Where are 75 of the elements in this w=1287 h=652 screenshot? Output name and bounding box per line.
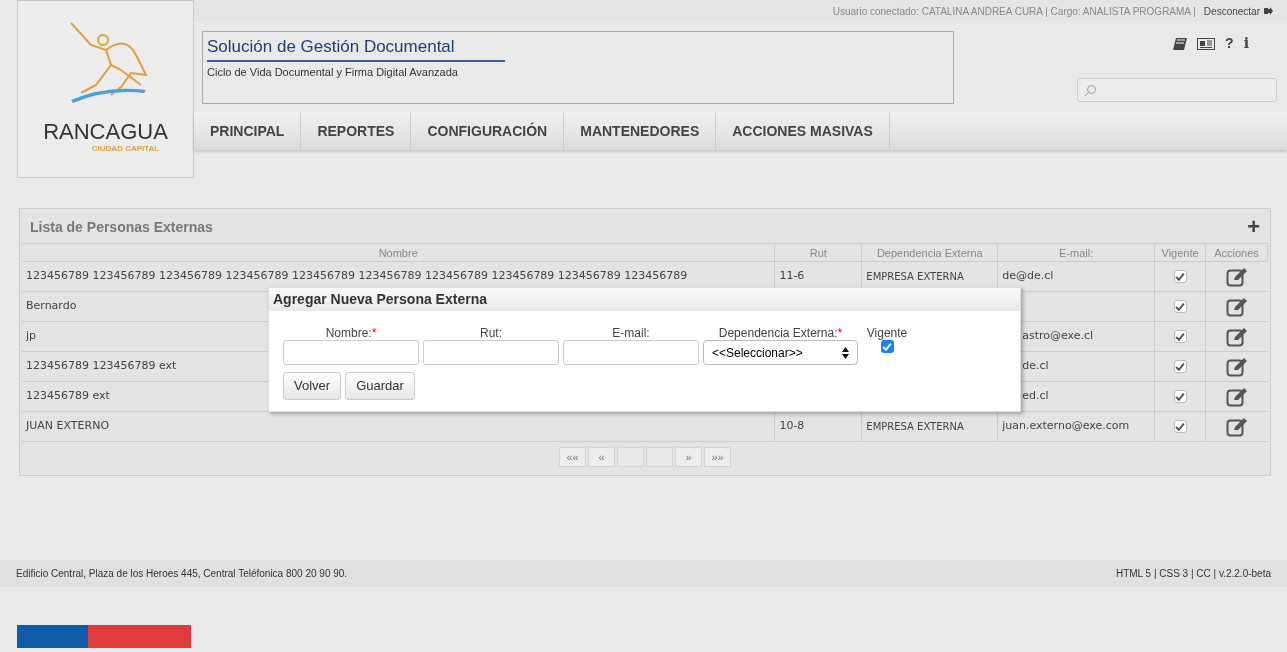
- table-cell-text: EMPRESA EXTERNA: [866, 420, 964, 434]
- checkbox[interactable]: [1173, 390, 1187, 403]
- user-info: Usuario conectado: CATALINA ANDREA CURA | Cargo: ANALISTA PROGRAMA |: [832, 4, 1196, 19]
- edit-icon[interactable]: [1226, 356, 1248, 377]
- table-cell: 123456789 123456789 ext: [26, 358, 177, 375]
- add-button[interactable]: +: [1247, 216, 1260, 238]
- select-field[interactable]: <<Seleccionar>>: [703, 340, 858, 365]
- search-field[interactable]: [1077, 78, 1277, 102]
- updown-arrows-icon: [842, 346, 849, 359]
- nav-item[interactable]: REPORTES: [301, 112, 412, 150]
- edit-icon[interactable]: [1226, 266, 1248, 287]
- table-cell: 123456789 ext: [26, 388, 110, 405]
- required-mark: *: [371, 325, 377, 340]
- table-cell: de.cl: [1022, 358, 1049, 375]
- help-icon[interactable]: ?: [1225, 33, 1234, 54]
- table-cell: JUAN EXTERNO: [26, 418, 110, 435]
- table-cell: 11-6: [779, 268, 805, 285]
- edit-icon[interactable]: [1226, 326, 1248, 347]
- newspaper-icon[interactable]: [1197, 37, 1216, 50]
- pager-button[interactable]: »: [675, 447, 702, 467]
- footer-address: Edificio Central, Plaza de los Heroes 445, Central Teléfonica 800 20 90 90.: [16, 567, 348, 581]
- table-cell: de@de.cl: [1002, 268, 1054, 285]
- field-label: Nombre:: [325, 325, 372, 340]
- panel-title: Lista de Personas Externas: [30, 217, 213, 237]
- table-cell: jp: [26, 328, 37, 345]
- required-mark: *: [837, 325, 843, 340]
- book-icon[interactable]: [1173, 37, 1188, 50]
- table-cell-text: EMPRESA EXTERNA: [866, 270, 964, 284]
- dialog-button[interactable]: Volver: [283, 372, 342, 400]
- edit-icon[interactable]: [1226, 296, 1248, 317]
- search-icon: [1084, 83, 1097, 97]
- column-header: E-mail:: [998, 245, 1156, 261]
- app-subtitle: Ciclo de Vida Documental y Firma Digital Avanzada: [207, 64, 459, 80]
- nav-item[interactable]: PRINCIPAL: [194, 112, 302, 150]
- pager-button[interactable]: »»: [704, 447, 731, 467]
- column-header: Rut: [775, 245, 863, 261]
- field-label: Dependencia Externa:: [718, 325, 838, 340]
- checkbox[interactable]: [1173, 330, 1187, 343]
- field-label: E-mail:: [612, 325, 650, 340]
- checkbox[interactable]: [1173, 270, 1187, 283]
- modal-title: Agregar Nueva Persona Externa: [273, 290, 487, 309]
- text-field[interactable]: [563, 340, 699, 365]
- pager-button[interactable]: ««: [559, 447, 586, 467]
- logout-link[interactable]: Desconectar: [1203, 3, 1273, 19]
- column-header: Dependencia Externa: [862, 245, 999, 261]
- table-cell: Bernardo: [26, 298, 77, 315]
- table-cell: astro@exe.cl: [1022, 328, 1094, 345]
- nav-item[interactable]: CONFIGURACIÓN: [411, 112, 565, 150]
- info-icon[interactable]: i: [1243, 33, 1249, 54]
- edit-icon[interactable]: [1226, 416, 1248, 437]
- logo-name: RANCAGUA: [43, 121, 168, 143]
- column-header: Acciones: [1206, 245, 1268, 261]
- column-header: Vigente: [1155, 245, 1207, 261]
- logo-tagline: CIUDAD CAPITAL: [91, 143, 160, 155]
- table-cell: ed.cl: [1022, 388, 1049, 405]
- nav-item[interactable]: MANTENEDORES: [564, 112, 717, 150]
- nav-item[interactable]: ACCIONES MASIVAS: [716, 112, 890, 150]
- logout-icon: [1264, 7, 1273, 15]
- column-header: Nombre: [22, 245, 776, 261]
- field-label: Vigente: [866, 325, 908, 340]
- text-field[interactable]: [423, 340, 559, 365]
- checkbox[interactable]: [1173, 360, 1187, 373]
- table-cell: juan.externo@exe.com: [1002, 418, 1130, 435]
- app-title: Solución de Gestión Documental: [207, 34, 505, 62]
- footer-version: HTML 5 | CSS 3 | CC | v.2.2.0-beta: [1115, 567, 1271, 581]
- table-cell: 10-8: [779, 418, 805, 435]
- checkbox[interactable]: [1173, 420, 1187, 433]
- table-cell: 123456789 123456789 123456789 123456789 123456789 123456789 123456789 123456789 123456789 123456789: [26, 268, 688, 285]
- checkbox[interactable]: [1173, 300, 1187, 313]
- edit-icon[interactable]: [1226, 386, 1248, 407]
- checkbox[interactable]: [880, 340, 894, 353]
- text-field[interactable]: [283, 340, 419, 365]
- dialog-button[interactable]: Guardar: [345, 372, 415, 400]
- pager-button[interactable]: «: [588, 447, 615, 467]
- field-label: Rut:: [480, 325, 502, 340]
